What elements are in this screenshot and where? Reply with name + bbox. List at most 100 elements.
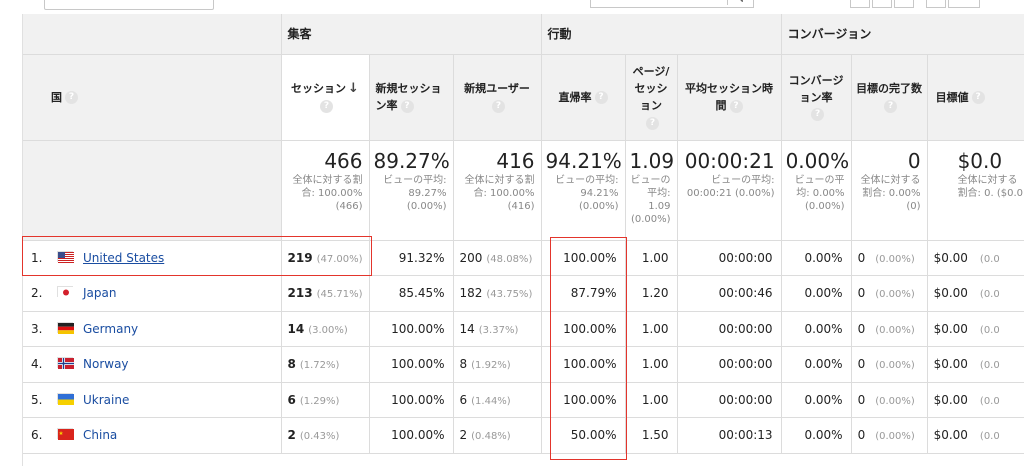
table-row[interactable]: 1. United States 219 (47.00%) 91.32% 200 (48.0… — [23, 240, 1024, 276]
sort-descending-icon[interactable]: ↓ — [348, 81, 359, 96]
new-session-rate-cell: 91.32% — [369, 240, 454, 276]
table-row[interactable]: 3. Germany 14 (3.00%) 100.00% 14 (3.37%) 100.00… — [23, 311, 1024, 347]
bounce-rate-column-header[interactable]: 直帰率? — [541, 54, 626, 141]
new-session-rate-column-header[interactable]: 新規セッション率? — [369, 54, 454, 141]
pages-per-session-column-header[interactable]: ページ/セッション? — [625, 54, 678, 141]
country-header-label: 国 — [51, 90, 62, 104]
new-users-header-label: 新規ユーザー — [464, 82, 530, 95]
help-icon[interactable]: ? — [971, 91, 985, 104]
help-icon[interactable]: ? — [400, 99, 414, 113]
country-link[interactable]: Japan — [83, 286, 116, 300]
table-row[interactable]: 2. Japan 213 (45.71%) 85.45% 182 (43.75%) 87.79… — [23, 275, 1024, 312]
bounce-rate-value: 100.00% — [563, 321, 617, 336]
pages-per-session-value: 1.00 — [641, 321, 669, 336]
row-rank: 3. — [31, 321, 43, 336]
goal-value-cell: $0.00 (0.0 — [927, 417, 1024, 454]
pages-per-session-value: 1.50 — [641, 428, 669, 443]
new-users-column-header[interactable]: 新規ユーザー? — [453, 54, 542, 141]
group-acquisition: 集客 — [281, 14, 542, 55]
avg-duration-cell: 00:00:00 — [677, 240, 782, 276]
pages-per-session-value: 1.00 — [641, 357, 669, 372]
country-link[interactable]: United States — [83, 251, 164, 265]
sessions-cell: 14 (3.00%) — [281, 311, 370, 347]
flag-icon-de — [57, 321, 74, 334]
country-column-header: 国? — [23, 54, 282, 141]
sessions-percent: (1.72%) — [299, 360, 340, 372]
pages-per-session-cell: 1.00 — [625, 346, 678, 383]
avg-duration-value: 00:00:46 — [718, 286, 773, 301]
new-session-rate-cell: 100.00% — [369, 382, 454, 418]
total-value: 466 — [324, 148, 363, 173]
goal-value-column-header[interactable]: 目標値? — [927, 54, 1024, 141]
table-row[interactable]: 4. Norway 8 (1.72%) 100.00% 8 (1.92%) 100.00% 1.… — [23, 346, 1024, 383]
search-icon[interactable]: 🔍 — [727, 0, 749, 5]
help-icon[interactable]: ? — [811, 108, 825, 121]
avg-duration-cell: 00:00:00 — [677, 382, 782, 418]
pages-per-session-cell: 1.00 — [625, 240, 678, 276]
goal-completions-percent: (0.00%) — [875, 324, 915, 336]
sessions-column-header[interactable]: セッション ↓? — [281, 54, 370, 141]
country-link[interactable]: Norway — [83, 357, 129, 371]
sessions-value: 213 — [287, 286, 313, 301]
conversion-rate-column-header[interactable]: コンバージョン率? — [781, 54, 852, 141]
total-value: 0.00% — [785, 148, 850, 173]
goal-completions-column-header[interactable]: 目標の完了数? — [851, 54, 928, 141]
new-users-cell: 200 (48.08%) — [453, 240, 542, 276]
total-conversion-rate: 0.00% ビューの平均: 0.00% (0.00%) — [781, 140, 852, 241]
avg-duration-column-header[interactable]: 平均セッション時間? — [677, 54, 782, 141]
table-view-icon[interactable] — [850, 0, 870, 8]
performance-view-icon[interactable] — [894, 0, 914, 8]
pivot-view-icon[interactable] — [948, 0, 980, 8]
table-search-input[interactable]: 🔍 — [590, 0, 754, 8]
country-link[interactable]: Ukraine — [83, 393, 129, 407]
pages-per-session-cell: 1.20 — [625, 275, 678, 312]
total-pages-per-session: 1.09 ビューの平均: 1.09 (0.00%) — [625, 140, 678, 241]
conversion-rate-cell: 0.00% — [781, 240, 852, 276]
goal-completions-percent: (0.00%) — [875, 289, 915, 301]
help-icon[interactable]: ? — [492, 99, 506, 113]
new-session-rate-value: 85.45% — [398, 286, 445, 301]
conversion-rate-cell: 0.00% — [781, 346, 852, 383]
table-row[interactable]: 6. China 2 (0.43%) 100.00% 2 (0.48%) 50.00% 1.50… — [23, 417, 1024, 454]
goal-value-value: $0.00 — [933, 250, 968, 265]
new-session-rate-value: 100.00% — [391, 321, 445, 336]
new-users-value: 200 — [459, 250, 483, 265]
conversion-rate-cell: 0.00% — [781, 275, 852, 312]
bounce-rate-value: 100.00% — [563, 250, 617, 265]
total-value: $0.0 — [957, 148, 1003, 173]
new-users-value: 6 — [459, 392, 468, 407]
goal-completions-value: 0 — [857, 357, 866, 372]
new-users-percent: (48.08%) — [486, 253, 533, 265]
total-subtext: 全体に対する割合: 100.00% (466) — [292, 174, 363, 212]
pages-per-session-cell: 1.00 — [625, 311, 678, 347]
flag-icon-us — [57, 250, 74, 263]
help-icon[interactable]: ? — [884, 99, 898, 113]
help-icon[interactable]: ? — [594, 91, 608, 104]
country-link[interactable]: China — [83, 428, 117, 442]
pie-view-icon[interactable] — [872, 0, 892, 8]
country-link[interactable]: Germany — [83, 322, 138, 336]
avg-duration-header-label: 平均セッション時間 — [685, 82, 774, 112]
avg-duration-cell: 00:00:00 — [677, 311, 782, 347]
table-row[interactable]: 5. Ukraine 6 (1.29%) 100.00% 6 (1.44%) 100.00% 1… — [23, 382, 1024, 418]
help-icon[interactable]: ? — [729, 99, 743, 113]
help-icon[interactable]: ? — [65, 91, 78, 104]
conversion-rate-cell: 0.00% — [781, 417, 852, 454]
bounce-rate-header-label: 直帰率 — [558, 90, 592, 104]
bounce-rate-value: 87.79% — [570, 286, 617, 301]
segment-dropdown[interactable] — [44, 0, 214, 10]
row-rank: 1. — [31, 250, 43, 265]
new-session-rate-value: 100.00% — [391, 428, 445, 443]
help-icon[interactable]: ? — [646, 116, 660, 130]
total-value: 00:00:21 — [684, 148, 775, 173]
new-users-value: 2 — [459, 428, 468, 443]
help-icon[interactable]: ? — [320, 99, 333, 113]
total-avg-duration: 00:00:21 ビューの平均: 00:00:21 (0.00%) — [677, 140, 782, 241]
new-users-cell: 6 (1.44%) — [453, 382, 542, 418]
total-value: 0 — [907, 148, 921, 173]
comparison-view-icon[interactable] — [926, 0, 946, 8]
total-value: 94.21% — [545, 148, 622, 173]
goal-completions-cell: 0 (0.00%) — [851, 417, 928, 454]
total-subtext: ビューの平均: 1.09 (0.00%) — [630, 174, 671, 225]
goal-value-percent: (0.0 — [979, 253, 1000, 265]
